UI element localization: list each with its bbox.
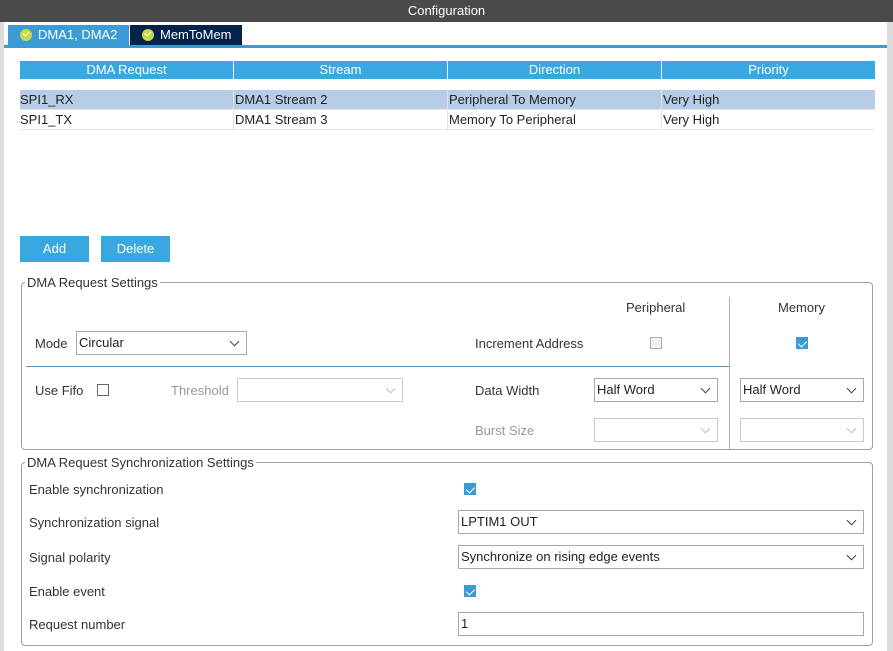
chevron-down-icon	[700, 423, 711, 434]
enable-sync-checkbox[interactable]	[464, 483, 476, 495]
data-width-memory-select[interactable]: Half Word	[740, 378, 864, 402]
enable-event-label: Enable event	[29, 584, 105, 599]
cell-request: SPI1_TX	[20, 110, 234, 129]
burst-size-peripheral-select[interactable]	[594, 418, 718, 442]
cell-direction: Peripheral To Memory	[448, 90, 662, 109]
request-number-input[interactable]: 1	[458, 612, 864, 636]
cell-stream: DMA1 Stream 2	[234, 90, 448, 109]
data-width-peripheral-select[interactable]: Half Word	[594, 378, 718, 402]
dma-request-table: SPI1_RX DMA1 Stream 2 Peripheral To Memo…	[20, 90, 875, 130]
dma-request-settings-legend: DMA Request Settings	[25, 275, 160, 290]
signal-polarity-select[interactable]: Synchronize on rising edge events	[458, 545, 864, 569]
increment-memory-checkbox[interactable]	[796, 337, 808, 349]
tab-label: MemToMem	[160, 27, 232, 42]
increment-address-label: Increment Address	[475, 336, 584, 351]
threshold-label: Threshold	[171, 383, 229, 398]
mode-label: Mode	[35, 336, 68, 351]
column-header-priority[interactable]: Priority	[662, 61, 875, 79]
sync-signal-label: Synchronization signal	[29, 515, 160, 530]
cell-priority: Very High	[663, 112, 720, 127]
data-width-peripheral-value: Half Word	[597, 382, 655, 397]
chevron-down-icon	[700, 383, 711, 394]
tab-label: DMA1, DMA2	[38, 27, 118, 42]
sync-settings-legend: DMA Request Synchronization Settings	[25, 455, 256, 470]
mode-select[interactable]: Circular	[76, 331, 247, 355]
check-circle-icon	[142, 29, 154, 41]
window-title: Configuration	[0, 0, 893, 22]
memory-column-header: Memory	[778, 300, 825, 315]
chevron-down-icon	[846, 515, 857, 526]
chevron-down-icon	[846, 383, 857, 394]
peripheral-column-header: Peripheral	[626, 300, 686, 315]
delete-button[interactable]: Delete	[101, 236, 170, 262]
chevron-down-icon	[846, 550, 857, 561]
chevron-down-icon	[385, 383, 396, 394]
sync-signal-value: LPTIM1 OUT	[461, 514, 538, 529]
check-circle-icon	[20, 29, 32, 41]
burst-size-memory-select[interactable]	[740, 418, 864, 442]
signal-polarity-value: Synchronize on rising edge events	[461, 549, 660, 564]
table-header: DMA Request Stream Direction Priority	[20, 61, 875, 79]
use-fifo-label: Use Fifo	[35, 383, 84, 398]
table-row[interactable]: SPI1_TX DMA1 Stream 3 Memory To Peripher…	[20, 110, 875, 130]
chevron-down-icon	[846, 423, 857, 434]
table-row[interactable]: SPI1_RX DMA1 Stream 2 Peripheral To Memo…	[20, 90, 875, 110]
request-number-label: Request number	[29, 617, 126, 632]
tab-bar: DMA1, DMA2 MemToMem	[8, 25, 242, 45]
cell-direction: Memory To Peripheral	[448, 110, 662, 129]
mode-value: Circular	[79, 335, 124, 350]
increment-peripheral-checkbox[interactable]	[650, 337, 662, 349]
column-header-stream[interactable]: Stream	[234, 61, 447, 79]
data-width-memory-value: Half Word	[743, 382, 801, 397]
tab-dma1-dma2[interactable]: DMA1, DMA2	[8, 25, 129, 45]
frame-left	[0, 22, 4, 651]
cell-request: SPI1_RX	[20, 90, 234, 109]
use-fifo-checkbox[interactable]	[97, 384, 109, 396]
enable-event-checkbox[interactable]	[464, 585, 476, 597]
tab-underline	[4, 45, 887, 48]
memory-column-divider	[729, 297, 730, 449]
sync-signal-select[interactable]: LPTIM1 OUT	[458, 510, 864, 534]
chevron-down-icon	[229, 336, 240, 347]
frame-right	[887, 22, 893, 651]
column-header-direction[interactable]: Direction	[448, 61, 661, 79]
cell-stream: DMA1 Stream 3	[234, 110, 448, 129]
burst-size-label: Burst Size	[475, 423, 535, 438]
settings-divider	[26, 366, 729, 367]
data-width-label: Data Width	[475, 383, 540, 398]
enable-sync-label: Enable synchronization	[29, 482, 164, 497]
threshold-select[interactable]	[237, 378, 403, 402]
tab-memtomem[interactable]: MemToMem	[130, 25, 242, 45]
column-header-dma-request[interactable]: DMA Request	[20, 61, 233, 79]
cell-priority: Very High	[663, 92, 720, 107]
signal-polarity-label: Signal polarity	[29, 550, 111, 565]
add-button[interactable]: Add	[20, 236, 89, 262]
